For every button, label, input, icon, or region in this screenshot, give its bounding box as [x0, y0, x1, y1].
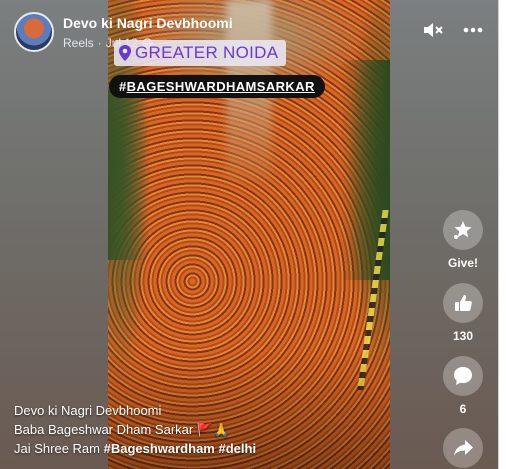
hashtag-link-delhi[interactable]: #delhi — [218, 441, 256, 456]
location-sticker: GREATER NOIDA — [114, 40, 287, 66]
caption-line-3-text: Jai Shree Ram — [14, 441, 104, 456]
mute-button[interactable] — [422, 20, 444, 40]
like-count: 130 — [452, 329, 474, 343]
caption-line-2: Baba Bageshwar Dham Sarkar 🚩🙏 — [14, 420, 314, 439]
give-button[interactable] — [443, 210, 483, 250]
video-trees-left — [108, 90, 148, 260]
share-button[interactable] — [443, 428, 483, 468]
top-actions — [422, 20, 484, 40]
comment-button[interactable] — [443, 356, 483, 396]
share-arrow-icon — [454, 440, 473, 456]
location-text: GREATER NOIDA — [135, 43, 279, 62]
share-action — [442, 428, 484, 468]
post-caption: Devo ki Nagri Devbhoomi Baba Bageshwar D… — [14, 401, 314, 458]
hashtag-link-bageshwardham[interactable]: #Bageshwardham — [104, 441, 215, 456]
page-name[interactable]: Devo ki Nagri Devbhoomi — [63, 15, 233, 31]
more-options-button[interactable] — [462, 20, 484, 40]
give-action: Give! — [442, 210, 484, 270]
caption-line-2-text: Baba Bageshwar Dham Sarkar — [14, 422, 194, 437]
hashtag-sticker: #BAGESHWARDHAMSARKAR — [109, 75, 325, 98]
comment-bubble-icon — [454, 367, 472, 385]
star-gift-icon — [454, 221, 472, 239]
speaker-muted-icon — [424, 23, 443, 37]
give-label: Give! — [447, 256, 478, 270]
caption-line-3: Jai Shree Ram #Bageshwardham #delhi — [14, 439, 314, 458]
reel-viewer: Devo ki Nagri Devbhoomi Reels · Jul 12 — [0, 0, 499, 469]
thumbs-up-icon — [455, 295, 472, 311]
caption-line-1: Devo ki Nagri Devbhoomi — [14, 403, 162, 418]
flag-emoji-icon: 🚩🙏 — [196, 422, 230, 437]
reel-video[interactable] — [108, 0, 390, 469]
page-avatar[interactable] — [14, 12, 54, 52]
like-action: 130 — [442, 283, 484, 343]
comment-count: 6 — [459, 402, 467, 416]
like-button[interactable] — [443, 283, 483, 323]
more-dots-icon — [463, 27, 483, 33]
comment-action: 6 — [442, 356, 484, 416]
meta-type[interactable]: Reels — [63, 36, 94, 50]
meta-separator: · — [97, 36, 102, 50]
hashtag-text: BAGESHWARDHAMSARKAR — [126, 79, 315, 94]
hashtag-prefix: # — [119, 79, 127, 94]
location-pin-icon — [119, 45, 131, 61]
